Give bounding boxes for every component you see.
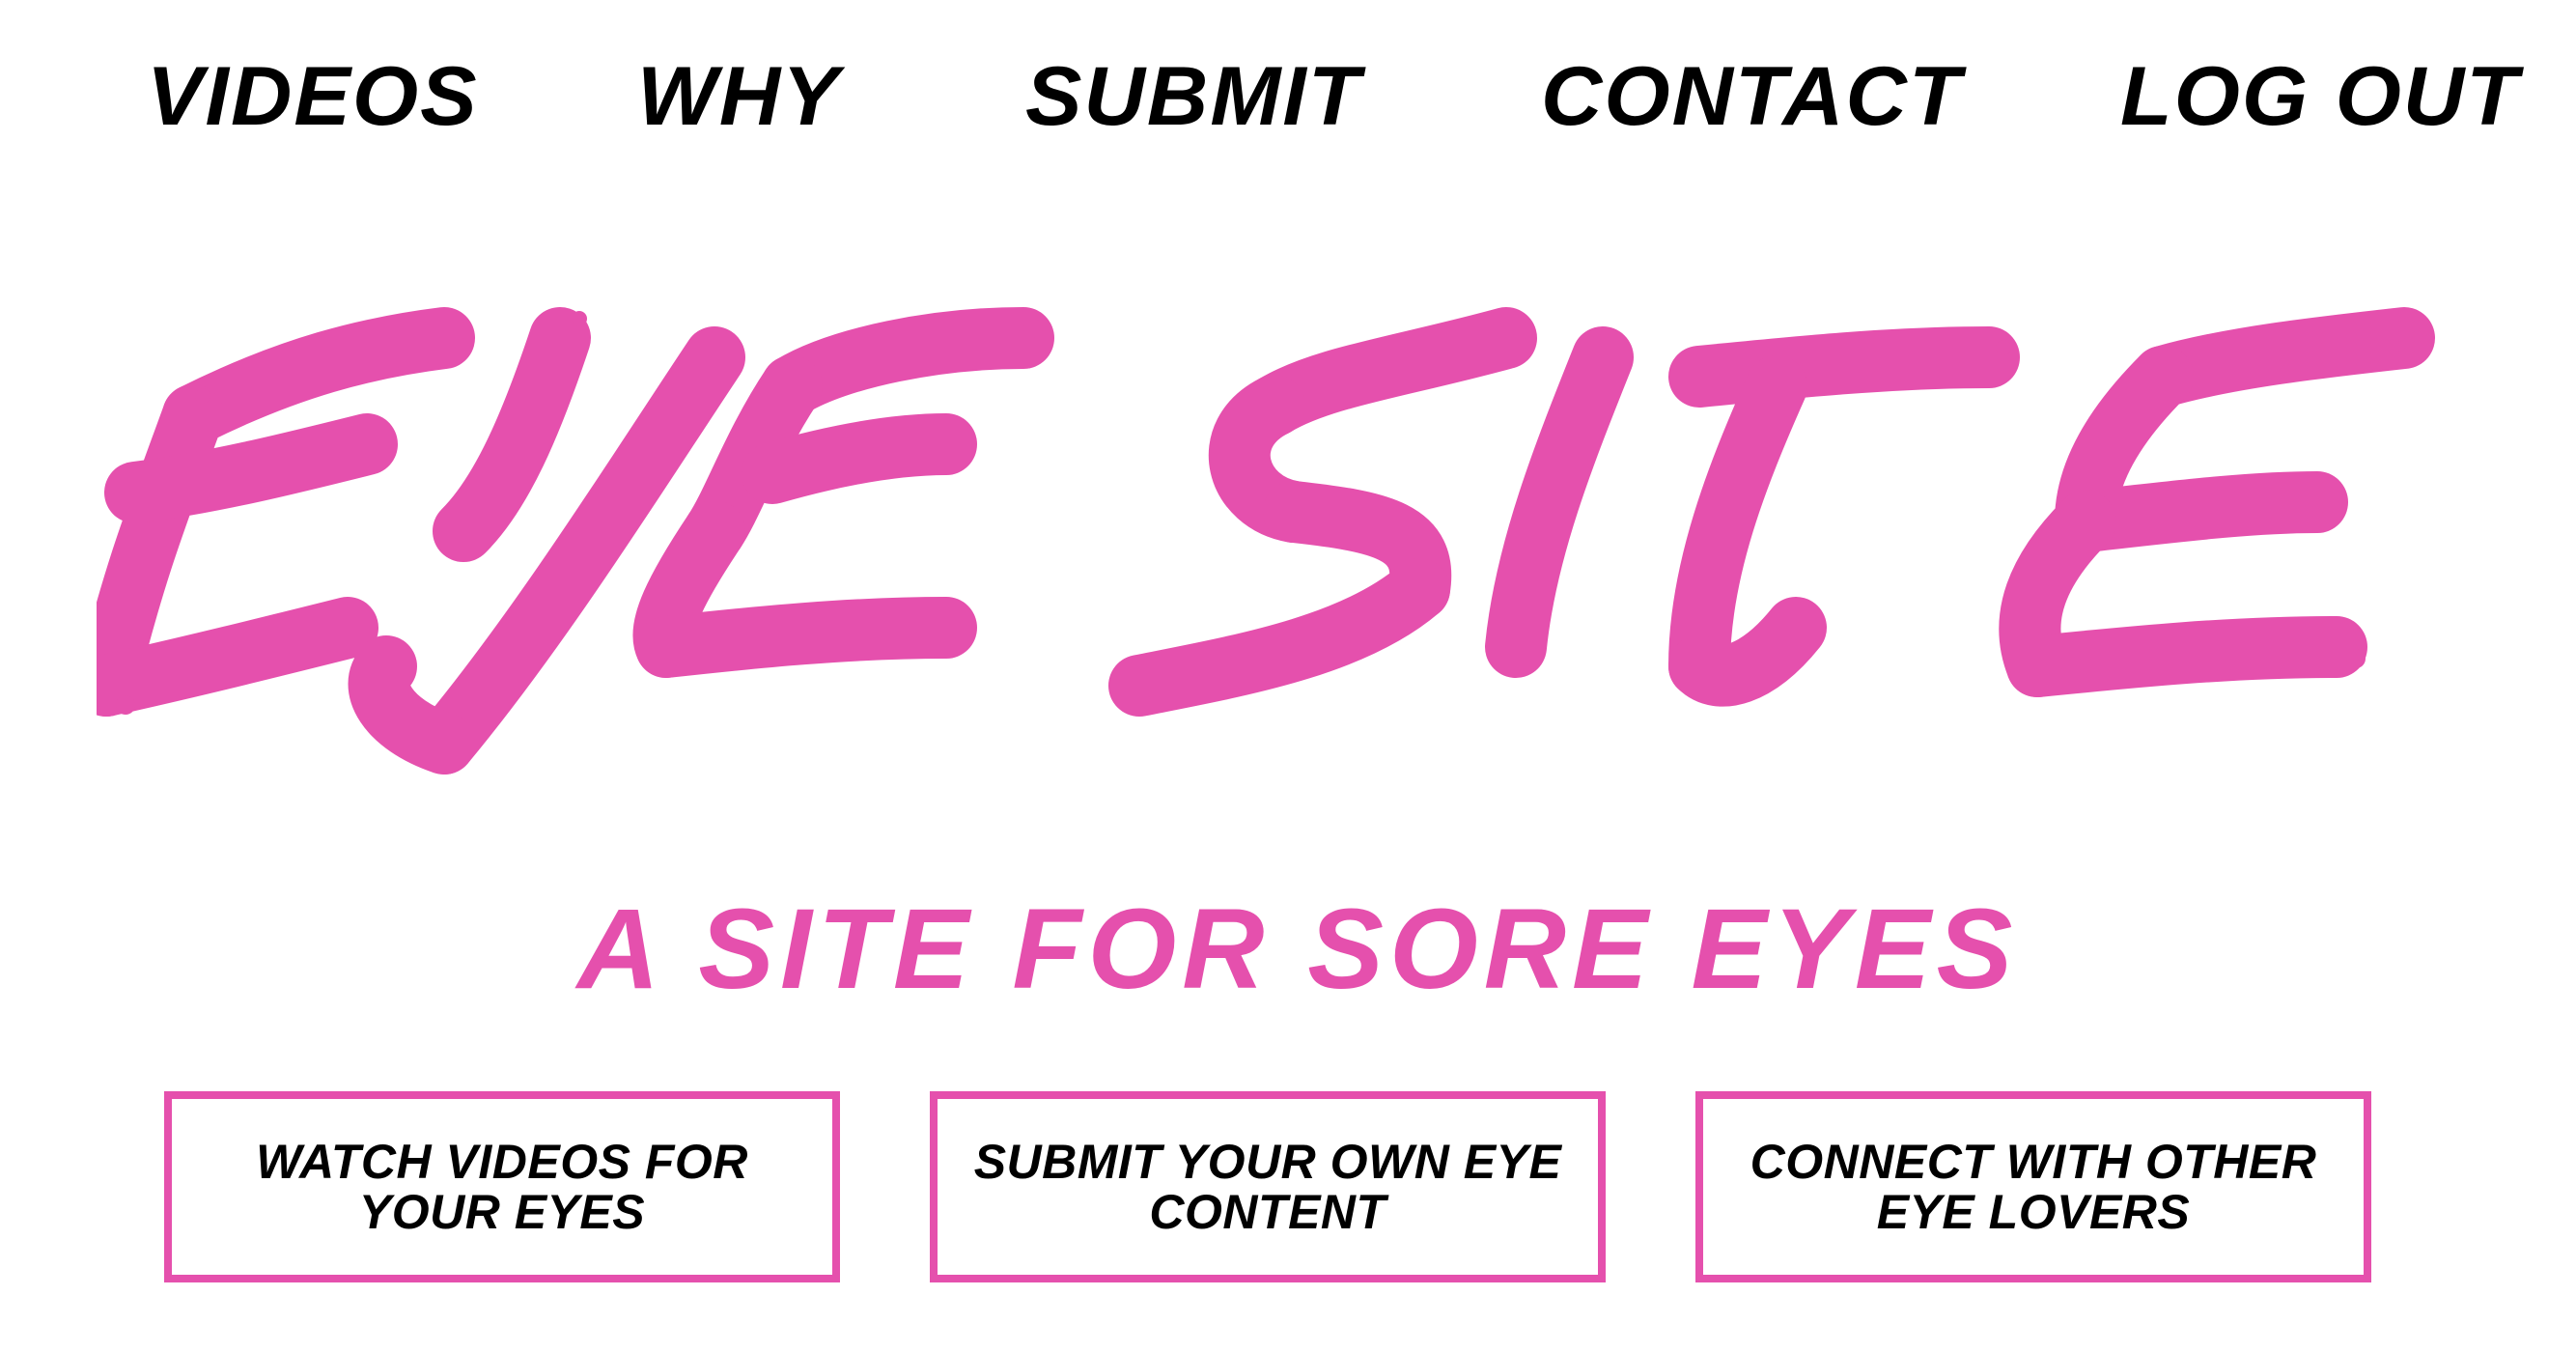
nav-why-link[interactable]: WHY [637, 39, 841, 155]
top-nav: VIDEOS WHY SUBMIT CONTACT LOG OUT [0, 39, 2576, 155]
watch-videos-button[interactable]: WATCH VIDEOS FOR YOUR EYES [164, 1091, 840, 1282]
connect-lovers-label: CONNECT WITH OTHER EYE LOVERS [1750, 1135, 2317, 1239]
submit-content-label: SUBMIT YOUR OWN EYE CONTENT [973, 1135, 1562, 1239]
home-page: VIDEOS WHY SUBMIT CONTACT LOG OUT A SITE… [0, 0, 2576, 1352]
connect-lovers-button[interactable]: CONNECT WITH OTHER EYE LOVERS [1695, 1091, 2371, 1282]
nav-contact-link[interactable]: CONTACT [1541, 39, 1963, 155]
watch-videos-label: WATCH VIDEOS FOR YOUR EYES [256, 1135, 748, 1239]
nav-logout-link[interactable]: LOG OUT [2120, 39, 2520, 155]
nav-videos-link[interactable]: VIDEOS [147, 39, 479, 155]
eye-site-logo [97, 280, 2472, 821]
nav-submit-link[interactable]: SUBMIT [1025, 39, 1361, 155]
tagline: A SITE FOR SORE EYES [576, 886, 2019, 1013]
submit-content-button[interactable]: SUBMIT YOUR OWN EYE CONTENT [930, 1091, 1606, 1282]
logo-graphic [97, 307, 2435, 775]
